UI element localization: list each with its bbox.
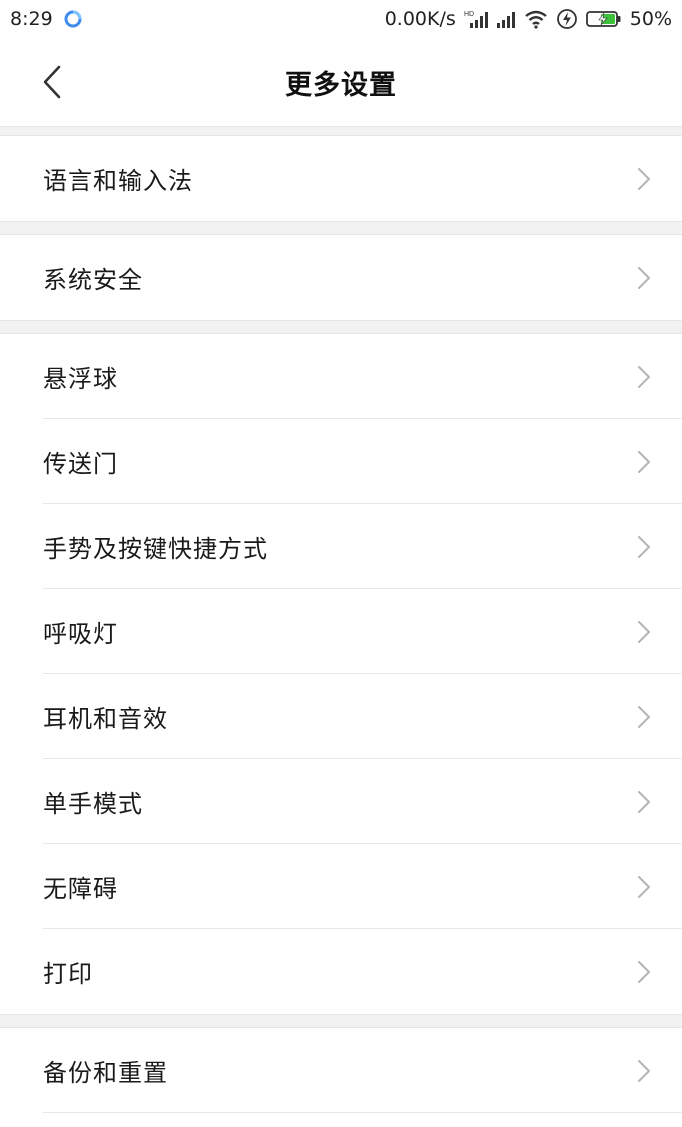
status-bar: 8:29 0.00K/s HD 50% <box>0 0 682 38</box>
back-button[interactable] <box>28 60 76 104</box>
settings-item-label: 语言和输入法 <box>43 167 193 195</box>
chevron-right-icon <box>638 535 650 558</box>
chevron-right-icon <box>638 450 650 473</box>
settings-item-headphones-audio[interactable]: 耳机和音效 <box>0 674 682 759</box>
settings-item-floating-ball[interactable]: 悬浮球 <box>0 334 682 419</box>
chevron-right-icon <box>638 1059 650 1082</box>
wifi-icon <box>524 9 548 29</box>
battery-percent: 50% <box>629 8 672 30</box>
settings-item-label: 呼吸灯 <box>43 620 118 648</box>
settings-item-gesture-shortcuts[interactable]: 手势及按键快捷方式 <box>0 504 682 589</box>
settings-item-label: 系统安全 <box>43 266 143 294</box>
chevron-right-icon <box>638 620 650 643</box>
settings-item-notification-light[interactable]: 呼吸灯 <box>0 589 682 674</box>
settings-item-label: 悬浮球 <box>43 365 118 393</box>
signal-icon <box>496 9 516 29</box>
section-divider <box>0 221 682 235</box>
chevron-right-icon <box>638 167 650 190</box>
settings-item-backup-reset[interactable]: 备份和重置 <box>0 1028 682 1113</box>
chevron-right-icon <box>638 266 650 289</box>
battery-charging-icon <box>585 9 622 29</box>
chevron-right-icon <box>638 875 650 898</box>
settings-item-label: 耳机和音效 <box>43 705 168 733</box>
settings-item-label: 传送门 <box>43 450 118 478</box>
settings-item-label: 单手模式 <box>43 790 143 818</box>
settings-item-one-handed-mode[interactable]: 单手模式 <box>0 759 682 844</box>
chevron-right-icon <box>638 365 650 388</box>
app-header: 更多设置 <box>0 38 682 126</box>
chevron-right-icon <box>638 960 650 983</box>
settings-list: 语言和输入法 系统安全 悬浮球 传送门 手势及按键快捷方式 呼吸灯 耳机和音效 … <box>0 126 682 1113</box>
settings-item-label: 打印 <box>43 960 93 988</box>
settings-item-system-security[interactable]: 系统安全 <box>0 235 682 320</box>
settings-item-label: 无障碍 <box>43 875 118 903</box>
browser-app-icon <box>63 9 83 29</box>
chevron-left-icon <box>43 65 61 99</box>
chevron-right-icon <box>638 705 650 728</box>
flash-icon <box>556 8 578 30</box>
chevron-right-icon <box>638 790 650 813</box>
settings-item-print[interactable]: 打印 <box>0 929 682 1014</box>
svg-text:HD: HD <box>464 11 474 18</box>
settings-item-portal[interactable]: 传送门 <box>0 419 682 504</box>
settings-item-label: 手势及按键快捷方式 <box>43 535 268 563</box>
status-time: 8:29 <box>10 8 53 30</box>
section-divider <box>0 126 682 136</box>
settings-item-label: 备份和重置 <box>43 1059 168 1087</box>
settings-item-accessibility[interactable]: 无障碍 <box>0 844 682 929</box>
section-divider <box>0 320 682 334</box>
network-speed: 0.00K/s <box>384 8 456 30</box>
settings-item-language-input[interactable]: 语言和输入法 <box>0 136 682 221</box>
page-title: 更多设置 <box>285 69 397 101</box>
section-divider <box>0 1014 682 1028</box>
status-right: 0.00K/s HD 50% <box>385 8 672 30</box>
hd-signal-icon: HD <box>464 9 488 29</box>
status-left: 8:29 <box>10 8 83 30</box>
